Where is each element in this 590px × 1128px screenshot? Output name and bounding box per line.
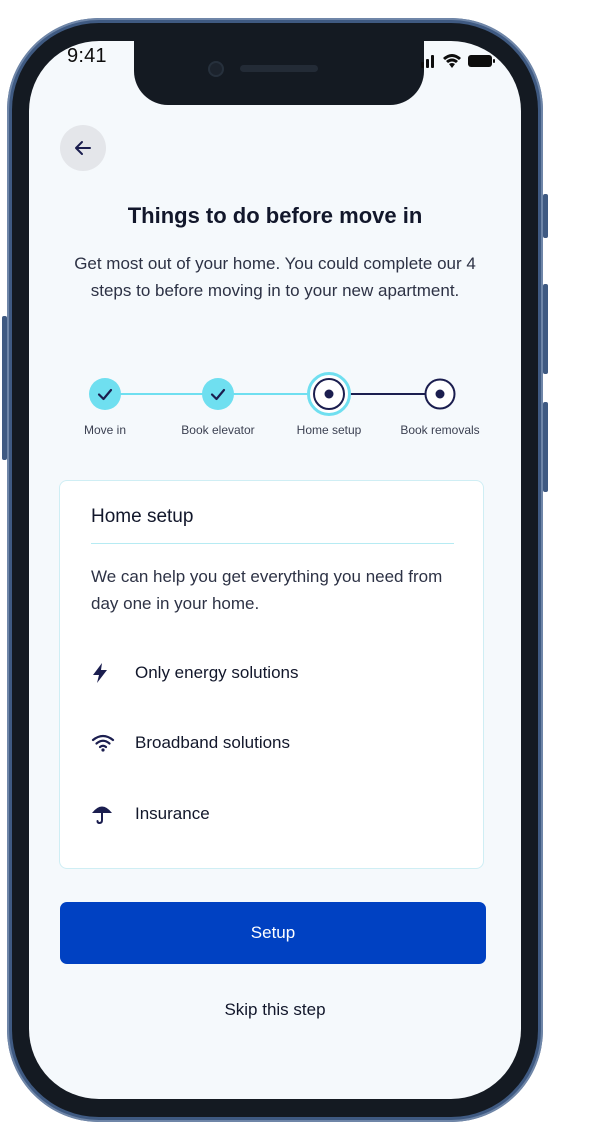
progress-stepper: Move in Book elevator Home setup Book re… xyxy=(29,371,521,441)
back-button[interactable] xyxy=(60,125,106,171)
app-screen: 9:41 Things to do before move in Get mos… xyxy=(29,41,521,1099)
setup-button[interactable]: Setup xyxy=(60,902,486,964)
step-label-book-elevator: Book elevator xyxy=(181,423,255,437)
speaker xyxy=(240,65,318,72)
step-1-check-icon[interactable] xyxy=(89,378,121,410)
step-label-move-in: Move in xyxy=(83,423,127,437)
status-icons xyxy=(421,54,495,68)
side-button-left xyxy=(2,316,7,460)
step-label-book-removals: Book removals xyxy=(400,423,480,437)
option-energy[interactable]: Only energy solutions xyxy=(91,659,298,687)
wifi-status-icon xyxy=(443,54,461,68)
card-divider xyxy=(91,543,454,544)
phone-frame: 9:41 Things to do before move in Get mos… xyxy=(2,18,548,1122)
signal-icon xyxy=(421,55,434,68)
battery-icon xyxy=(468,55,495,67)
side-button-right-2 xyxy=(543,284,548,374)
option-label: Insurance xyxy=(135,804,210,823)
step-3-current-icon[interactable] xyxy=(307,372,351,416)
home-setup-card: Home setup We can help you get everythin… xyxy=(59,480,484,869)
side-button-right-1 xyxy=(543,194,548,238)
card-description: We can help you get everything you need … xyxy=(91,567,443,613)
notch xyxy=(134,41,424,105)
option-label: Only energy solutions xyxy=(135,663,299,682)
card-title: Home setup xyxy=(91,506,194,527)
step-4-upcoming-icon[interactable] xyxy=(424,378,456,410)
option-insurance[interactable]: Insurance xyxy=(91,800,210,828)
side-button-right-3 xyxy=(543,402,548,492)
wifi-icon xyxy=(91,731,121,755)
page-title: Things to do before move in xyxy=(127,203,423,228)
lightning-icon xyxy=(91,661,121,685)
page-subtitle: Get most out of your home. You could com… xyxy=(74,254,476,300)
front-camera xyxy=(208,61,224,77)
option-label: Broadband solutions xyxy=(135,733,291,752)
skip-step-link[interactable]: Skip this step xyxy=(29,1000,521,1020)
umbrella-icon xyxy=(91,802,121,826)
arrow-left-icon xyxy=(75,141,91,155)
option-broadband[interactable]: Broadband solutions xyxy=(91,729,290,757)
step-2-check-icon[interactable] xyxy=(202,378,234,410)
status-time: 9:41 xyxy=(67,45,107,67)
step-label-home-setup: Home setup xyxy=(296,423,362,437)
